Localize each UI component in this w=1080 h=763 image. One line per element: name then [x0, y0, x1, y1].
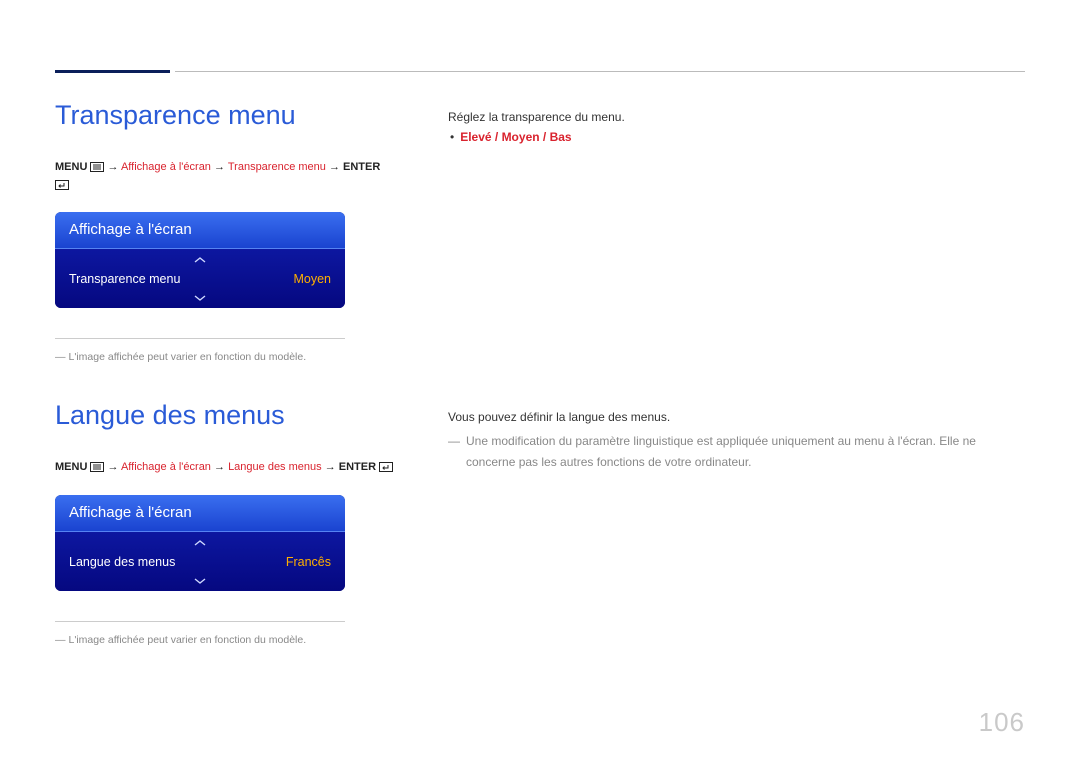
description-line: Vous pouvez définir la langue des menus. [448, 407, 1025, 427]
breadcrumb-path2: Transparence menu [228, 161, 326, 173]
osd-panel-transparence: Affichage à l'écran Transparence menu Mo… [55, 212, 345, 308]
osd-row-label: Langue des menus [69, 555, 175, 569]
menu-icon [90, 462, 104, 472]
breadcrumb-transparence: MENU → Affichage à l'écran → Transparenc… [55, 159, 395, 194]
dash-icon: ― [448, 431, 460, 472]
enter-label: ENTER [343, 161, 380, 173]
chevron-down-icon[interactable] [55, 574, 345, 588]
chevron-down-icon[interactable] [55, 291, 345, 305]
section-title-langue: Langue des menus [55, 400, 395, 431]
page-number: 106 [979, 707, 1025, 738]
osd-row-transparence[interactable]: Transparence menu Moyen [55, 267, 345, 291]
description-line: Réglez la transparence du menu. [448, 107, 1025, 127]
breadcrumb-path2: Langue des menus [228, 461, 322, 473]
dash-icon: ― [55, 634, 65, 646]
footnote-transparence: ― L'image affichée peut varier en fonctio… [55, 349, 395, 366]
note-block: ― Une modification du paramètre linguist… [448, 431, 1025, 472]
chevron-up-icon[interactable] [55, 253, 345, 267]
osd-header: Affichage à l'écran [55, 495, 345, 532]
section-transparence-right: Réglez la transparence du menu. • Elevé /… [448, 107, 1025, 148]
footnote-text: L'image affichée peut varier en fonction… [69, 634, 307, 646]
section-langue-left: Langue des menus MENU → Affichage à l'éc… [55, 400, 395, 648]
osd-row-value: Francês [286, 555, 331, 569]
divider [55, 621, 345, 622]
breadcrumb-path1: Affichage à l'écran [121, 461, 211, 473]
bullet-icon: • [450, 130, 454, 144]
section-transparence-left: Transparence menu MENU → Affichage à l'é… [55, 100, 395, 366]
breadcrumb-path1: Affichage à l'écran [121, 161, 211, 173]
section-langue-right: Vous pouvez définir la langue des menus.… [448, 407, 1025, 472]
footnote-langue: ― L'image affichée peut varier en fonctio… [55, 632, 395, 649]
osd-body: Langue des menus Francês [55, 532, 345, 591]
note-text: Une modification du paramètre linguistiq… [466, 431, 1025, 472]
menu-label: MENU [55, 161, 87, 173]
menu-label: MENU [55, 461, 87, 473]
divider [55, 338, 345, 339]
dash-icon: ― [55, 351, 65, 363]
header-accent-rule [55, 70, 170, 73]
osd-row-langue[interactable]: Langue des menus Francês [55, 550, 345, 574]
chevron-up-icon[interactable] [55, 536, 345, 550]
header-thin-rule [175, 71, 1025, 72]
section-title-transparence: Transparence menu [55, 100, 395, 131]
osd-row-value: Moyen [293, 272, 331, 286]
osd-row-label: Transparence menu [69, 272, 180, 286]
osd-panel-langue: Affichage à l'écran Langue des menus Fra… [55, 495, 345, 591]
footnote-text: L'image affichée peut varier en fonction… [69, 351, 307, 363]
options-bullet: • Elevé / Moyen / Bas [448, 127, 1025, 147]
osd-header: Affichage à l'écran [55, 212, 345, 249]
breadcrumb-langue: MENU → Affichage à l'écran → Langue des … [55, 459, 395, 477]
menu-icon [90, 162, 104, 172]
enter-icon [379, 462, 393, 472]
enter-label: ENTER [339, 461, 376, 473]
options-text: Elevé / Moyen / Bas [460, 130, 571, 144]
enter-icon [55, 180, 69, 190]
osd-body: Transparence menu Moyen [55, 249, 345, 308]
